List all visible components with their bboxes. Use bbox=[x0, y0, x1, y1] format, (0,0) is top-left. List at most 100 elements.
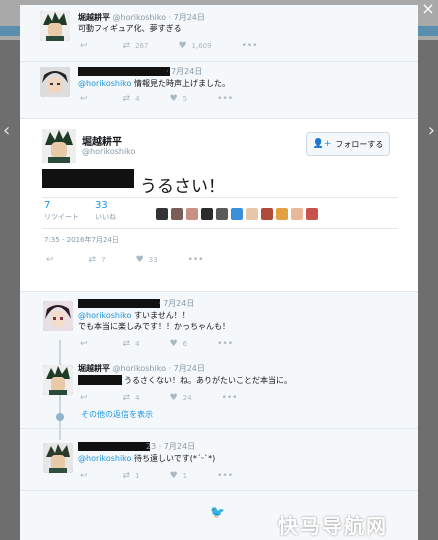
tweet-author-handle[interactable]: @horikoshiko bbox=[113, 13, 166, 22]
next-arrow-icon[interactable]: › bbox=[428, 120, 435, 141]
liker-avatar[interactable] bbox=[276, 208, 288, 220]
liker-avatar[interactable] bbox=[291, 208, 303, 220]
liker-avatar[interactable] bbox=[246, 208, 258, 220]
more-button[interactable]: ••• bbox=[217, 94, 238, 104]
mention-link[interactable]: @horikoshiko bbox=[78, 79, 131, 88]
heart-icon: ♥ bbox=[178, 41, 187, 51]
retweet-icon: ⇄ bbox=[122, 471, 131, 481]
reply-button[interactable]: ↩ bbox=[80, 339, 93, 349]
reply-icon: ↩ bbox=[80, 94, 88, 104]
reply-icon: ↩ bbox=[46, 255, 54, 265]
tweet-actions: ↩ ⇄ 1 ♥ 1 ••• bbox=[80, 471, 268, 481]
reply-button[interactable]: ↩ bbox=[80, 471, 93, 481]
divider bbox=[20, 118, 418, 119]
retweet-icon: ⇄ bbox=[122, 41, 131, 51]
avatar[interactable] bbox=[40, 67, 70, 97]
retweet-icon: ⇄ bbox=[122, 339, 131, 349]
retweet-button[interactable]: ⇄ 4 bbox=[123, 94, 140, 104]
liker-avatar[interactable] bbox=[261, 208, 273, 220]
tweet-text: うるさくない！ね。ありがたいことだ本当に。 bbox=[124, 376, 292, 385]
tweet-time[interactable]: · 7月24日 bbox=[169, 13, 205, 22]
divider bbox=[20, 428, 418, 429]
more-icon: ••• bbox=[241, 41, 258, 51]
mention-link[interactable]: @horikoshiko bbox=[78, 311, 131, 320]
retweet-label[interactable]: リツイート bbox=[44, 212, 79, 222]
retweet-button[interactable]: ⇄ 267 bbox=[123, 41, 149, 51]
avatar[interactable] bbox=[43, 301, 73, 331]
heart-icon: ♥ bbox=[169, 471, 178, 481]
avatar[interactable] bbox=[40, 11, 70, 41]
liker-avatar[interactable] bbox=[171, 208, 183, 220]
avatar[interactable] bbox=[42, 129, 76, 163]
tweet-text: @horikoshiko 待ち遠しいです(*ˊᵕˋ*) bbox=[78, 454, 216, 463]
retweet-button[interactable]: ⇄ 7 bbox=[89, 255, 106, 265]
liker-avatar[interactable] bbox=[306, 208, 318, 220]
previous-arrow-icon[interactable]: ‹ bbox=[3, 120, 10, 141]
heart-icon: ♥ bbox=[169, 393, 178, 403]
more-button[interactable]: ••• bbox=[222, 393, 243, 403]
retweet-button[interactable]: ⇄ 4 bbox=[123, 339, 140, 349]
retweet-icon: ⇄ bbox=[88, 255, 97, 265]
like-button[interactable]: ♥ 33 bbox=[136, 255, 158, 265]
follow-button[interactable]: 👤+ フォローする bbox=[306, 132, 390, 156]
like-button[interactable]: ♥ 24 bbox=[170, 393, 192, 403]
more-button[interactable]: ••• bbox=[242, 41, 263, 51]
like-button[interactable]: ♥ 5 bbox=[170, 94, 188, 104]
tweet-author-name[interactable]: 堀越耕平 bbox=[78, 364, 110, 373]
redacted-mention bbox=[78, 375, 122, 385]
divider bbox=[20, 291, 418, 292]
like-count[interactable]: 33 bbox=[95, 200, 108, 211]
avatar[interactable] bbox=[43, 443, 73, 473]
reply-button[interactable]: ↩ bbox=[46, 255, 59, 265]
tweet-author-handle[interactable]: @horikoshiko · 7月24日 bbox=[113, 364, 205, 373]
like-button[interactable]: ♥ 1,609 bbox=[178, 41, 211, 51]
liker-avatar[interactable] bbox=[201, 208, 213, 220]
heart-icon: ♥ bbox=[169, 339, 178, 349]
tweet-text: @horikoshiko すいません！！ bbox=[78, 311, 190, 320]
tweet-timestamp[interactable]: 7:35 - 2016年7月24日 bbox=[44, 235, 119, 245]
show-more-replies-link[interactable]: その他の返信を表示 bbox=[81, 409, 153, 420]
reply-button[interactable]: ↩ bbox=[80, 94, 93, 104]
tweet-time[interactable]: 23 · 7月24日 bbox=[146, 441, 195, 452]
retweet-button[interactable]: ⇄ 4 bbox=[123, 393, 140, 403]
more-button[interactable]: ••• bbox=[217, 471, 238, 481]
tweet-text: 可動フィギュア化、夢すぎる bbox=[78, 24, 182, 33]
tweet-actions: ↩ ⇄ 4 ♥ 5 ••• bbox=[80, 94, 268, 104]
avatar[interactable] bbox=[43, 365, 73, 395]
tweet-time[interactable]: · 7月24日 bbox=[166, 66, 202, 77]
tweet-time[interactable]: · 7月24日 bbox=[158, 298, 194, 309]
tweet-actions: ↩ ⇄ 4 ♥ 6 ••• bbox=[80, 339, 268, 349]
like-button[interactable]: ♥ 1 bbox=[170, 471, 188, 481]
reply-button[interactable]: ↩ bbox=[80, 393, 93, 403]
more-icon: ••• bbox=[217, 339, 234, 349]
liker-avatar[interactable] bbox=[156, 208, 168, 220]
more-icon: ••• bbox=[187, 255, 204, 265]
reply-icon: ↩ bbox=[80, 393, 88, 403]
tweet-text: うるさい！ bbox=[140, 177, 225, 197]
retweet-count[interactable]: 7 bbox=[44, 200, 50, 211]
close-icon[interactable]: × bbox=[420, 0, 436, 18]
more-button[interactable]: ••• bbox=[217, 339, 238, 349]
like-button[interactable]: ♥ 6 bbox=[170, 339, 188, 349]
tweet-author-name[interactable]: 堀越耕平 bbox=[82, 133, 122, 148]
reply-icon: ↩ bbox=[80, 471, 88, 481]
retweet-button[interactable]: ⇄ 1 bbox=[123, 471, 140, 481]
heart-icon: ♥ bbox=[135, 255, 144, 265]
more-button[interactable]: ••• bbox=[188, 255, 209, 265]
heart-icon: ♥ bbox=[169, 94, 178, 104]
tweet-text-line2: でも本当に楽しみです！！かっちゃんも！ bbox=[78, 322, 230, 331]
tweet-text: @horikoshiko 情報見た時声上げました。 bbox=[78, 79, 230, 88]
reply-button[interactable]: ↩ bbox=[80, 41, 93, 51]
tweet-author-handle[interactable]: @horikoshiko bbox=[82, 147, 135, 156]
tweet-author-name[interactable]: 堀越耕平 bbox=[78, 13, 110, 22]
liker-avatar[interactable] bbox=[231, 208, 243, 220]
tweet-actions: ↩ ⇄ 4 ♥ 24 ••• bbox=[80, 393, 273, 403]
more-icon: ••• bbox=[221, 393, 238, 403]
like-label[interactable]: いいね bbox=[95, 212, 116, 222]
redacted-name bbox=[78, 299, 160, 308]
liker-avatar[interactable] bbox=[186, 208, 198, 220]
mention-link[interactable]: @horikoshiko bbox=[78, 454, 131, 463]
liker-avatar[interactable] bbox=[216, 208, 228, 220]
reply-icon: ↩ bbox=[80, 339, 88, 349]
divider bbox=[42, 228, 398, 229]
